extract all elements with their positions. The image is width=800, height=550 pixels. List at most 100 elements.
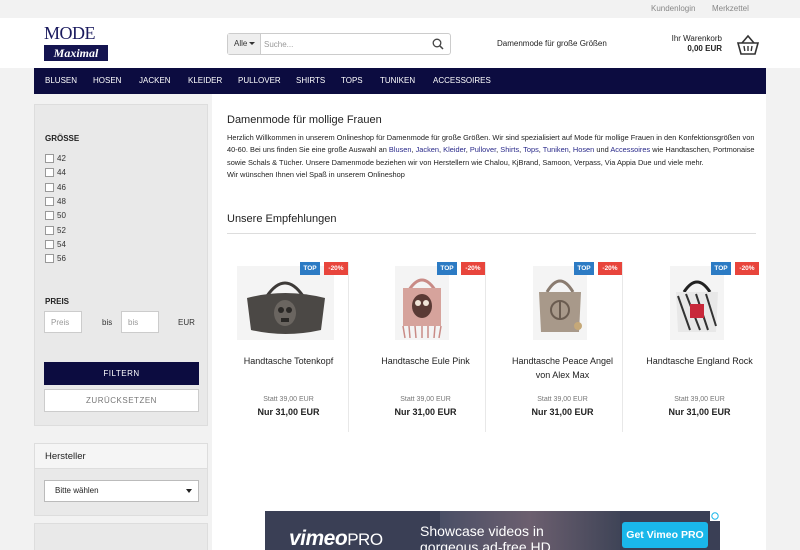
product-card[interactable]: TOP -20% Handtasche England Rock Statt 3… [639,262,760,432]
product-card[interactable]: TOP -20% Handtasche Peace Angel von Alex… [502,262,623,432]
nav-item-tops[interactable]: Tops [341,68,363,94]
intro-link-tops[interactable]: Tops [523,145,539,154]
intro-link-tuniken[interactable]: Tuniken [543,145,569,154]
badge-discount: -20% [735,262,759,275]
checkbox[interactable] [45,226,54,235]
size-label: 52 [57,226,66,235]
size-option-48[interactable]: 48 [45,197,66,207]
price-from-input[interactable] [44,311,82,333]
search-input[interactable] [264,36,424,52]
product-image[interactable] [533,266,587,340]
size-label: 48 [57,197,66,206]
badge-top: TOP [300,262,320,275]
filter-button[interactable]: Filtern [44,362,199,385]
product-image[interactable] [237,266,334,340]
main-navigation: Blusen Hosen Jacken Kleider Pullover Shi… [34,68,766,94]
size-option-54[interactable]: 54 [45,240,66,250]
page-title: Damenmode für mollige Frauen [227,114,382,126]
size-label: 50 [57,211,66,220]
product-old-price: Statt 39,00 EUR [674,396,725,403]
badge-top: TOP [711,262,731,275]
ad-brand-suffix: PRO [347,530,383,549]
intro-link-jacken[interactable]: Jacken [416,145,439,154]
product-name[interactable]: Handtasche Eule Pink [369,354,482,368]
sidebar-panel-partial [34,523,208,550]
size-option-46[interactable]: 46 [45,183,66,193]
ad-info-icon[interactable] [710,511,720,521]
ad-cta-button[interactable]: Get Vimeo PRO [622,522,708,548]
manufacturer-heading: Hersteller [35,444,207,469]
price-between-label: bis [102,318,113,327]
nav-item-tuniken[interactable]: Tuniken [380,68,415,94]
product-card[interactable]: TOP -20% Handtasche Totenkopf Statt 39,0… [228,262,349,432]
badge-discount: -20% [598,262,622,275]
product-image[interactable] [670,266,724,340]
card-separator [622,262,623,432]
intro-link-accessoires[interactable]: Accessoires [610,145,650,154]
product-price: Nur 31,00 EUR [394,407,457,417]
manufacturer-select[interactable]: Bitte wählen [44,480,199,502]
size-option-56[interactable]: 56 [45,254,66,264]
ad-copy-line2: gorgeous ad-free HD [420,539,551,550]
wishlist-link[interactable]: Merkzettel [712,4,749,13]
intro-link-blusen[interactable]: Blusen [389,145,412,154]
checkbox[interactable] [45,183,54,192]
product-name[interactable]: Handtasche Totenkopf [232,354,345,368]
badge-top: TOP [574,262,594,275]
size-option-42[interactable]: 42 [45,154,66,164]
size-option-44[interactable]: 44 [45,168,66,178]
size-label: 46 [57,183,66,192]
search-category-label: Alle [234,39,248,48]
nav-item-blusen[interactable]: Blusen [45,68,77,94]
site-logo[interactable]: MODE Maximal [44,23,108,63]
checkbox[interactable] [45,197,54,206]
price-filter-heading: PREIS [45,297,70,306]
nav-item-accessoires[interactable]: Accessoires [433,68,491,94]
filter-panel: GRÖSSE 42 44 46 48 50 52 54 56 PREIS bis… [34,104,208,426]
intro-link-kleider[interactable]: Kleider [443,145,466,154]
nav-item-pullover[interactable]: Pullover [238,68,281,94]
vimeo-ad-banner[interactable]: vimeoPRO Showcase videos in gorgeous ad-f… [265,511,720,550]
size-label: 54 [57,240,66,249]
search-icon[interactable] [432,38,444,50]
checkbox[interactable] [45,240,54,249]
badge-top: TOP [437,262,457,275]
product-image[interactable] [395,266,449,340]
size-option-50[interactable]: 50 [45,211,66,221]
product-old-price: Statt 39,00 EUR [400,396,451,403]
product-old-price: Statt 39,00 EUR [537,396,588,403]
price-to-input[interactable] [121,311,159,333]
nav-item-jacken[interactable]: Jacken [139,68,171,94]
utility-bar: Kundenlogin Merkzettel [0,0,800,18]
checkbox[interactable] [45,154,54,163]
checkbox[interactable] [45,211,54,220]
card-separator [485,262,486,432]
product-name[interactable]: Handtasche England Rock [643,354,756,368]
size-option-52[interactable]: 52 [45,226,66,236]
product-price: Nur 31,00 EUR [531,407,594,417]
nav-item-kleider[interactable]: Kleider [188,68,222,94]
ad-brand: vimeo [289,527,348,550]
badge-discount: -20% [461,262,485,275]
search-category-dropdown[interactable]: Alle [228,34,261,54]
nav-item-hosen[interactable]: Hosen [93,68,121,94]
ad-copy: Showcase videos in gorgeous ad-free HD [420,523,551,550]
intro-link-hosen[interactable]: Hosen [573,145,594,154]
checkbox[interactable] [45,168,54,177]
basket-icon[interactable] [736,34,760,56]
logo-text-maximal: Maximal [44,45,108,61]
header-tagline: Damenmode für große Größen [497,39,607,48]
intro-and: und [596,145,609,155]
intro-link-shirts[interactable]: Shirts [500,145,519,154]
intro-link-pullover[interactable]: Pullover [470,145,496,154]
recommendations-heading: Unsere Empfehlungen [227,213,337,225]
nav-item-shirts[interactable]: Shirts [296,68,325,94]
customer-login-link[interactable]: Kundenlogin [651,4,695,13]
cart-widget[interactable]: Ihr Warenkorb 0,00 EUR [660,34,760,58]
caret-down-icon [249,42,256,46]
product-card[interactable]: TOP -20% Handtasche Eule Pink Statt 39,0… [365,262,486,432]
product-name[interactable]: Handtasche Peace Angel von Alex Max [506,354,619,382]
reset-button[interactable]: Zurücksetzen [44,389,199,412]
logo-text-mode: MODE [44,23,96,43]
checkbox[interactable] [45,254,54,263]
